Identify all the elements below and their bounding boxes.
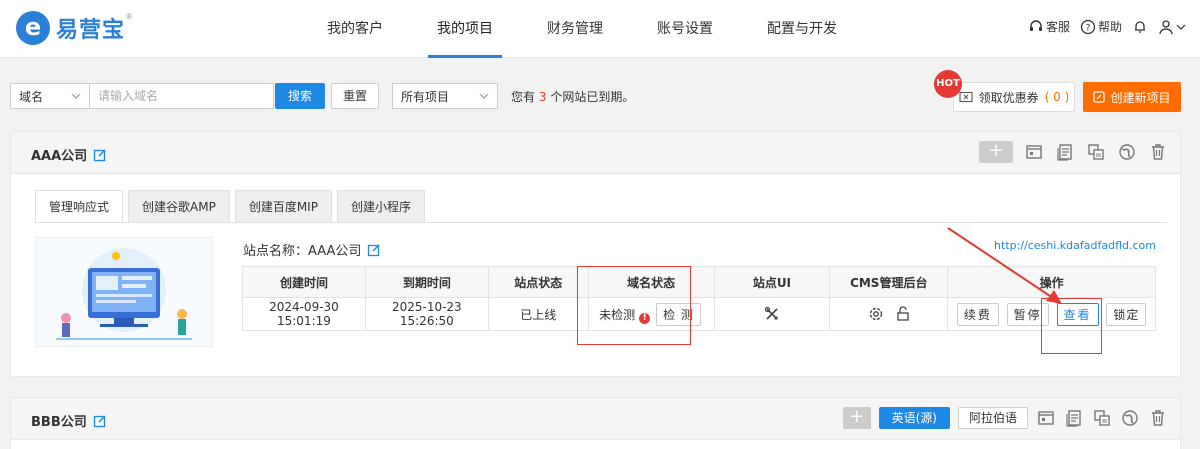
domain-type-value: 域名 xyxy=(19,89,44,104)
company-panel-header: AAA公司 + xyxy=(11,132,1180,174)
folder-icon[interactable] xyxy=(1024,142,1044,162)
site-status: 已上线 xyxy=(487,297,589,331)
top-header: e 易营宝® 我的客户 我的项目 财务管理 账号设置 配置与开发 客服 ? 帮助 xyxy=(0,0,1200,58)
project-filter-select[interactable]: 所有项目 xyxy=(392,83,499,109)
lock-button[interactable]: 锁定 xyxy=(1106,302,1147,326)
logo[interactable]: e 易营宝® xyxy=(16,11,134,45)
create-project-label: 创建新项目 xyxy=(1110,90,1171,105)
tab-mini-program[interactable]: 创建小程序 xyxy=(336,190,425,223)
highlight-view-button xyxy=(1041,298,1102,354)
col-actions: 操作 xyxy=(947,266,1156,298)
col-site-ui: 站点UI xyxy=(713,266,831,298)
col-site-status: 站点状态 xyxy=(487,266,589,298)
search-button[interactable]: 搜索 xyxy=(275,83,326,109)
gear-icon[interactable] xyxy=(868,306,884,322)
company-actions: + 英语(源) 阿拉伯语 xyxy=(842,407,1168,429)
edit-icon[interactable] xyxy=(93,148,107,162)
unlock-icon[interactable] xyxy=(896,306,910,322)
user-icon xyxy=(1159,19,1173,34)
domain-type-select[interactable]: 域名 xyxy=(10,83,90,109)
trash-icon[interactable] xyxy=(1148,142,1168,162)
search-toolbar: 域名 请输入域名 搜索 重置 所有项目 您有 3 个网站已到期。 xyxy=(10,83,634,109)
coupon-label: 领取优惠券 xyxy=(978,90,1039,105)
svg-text:?: ? xyxy=(1086,23,1091,33)
bell-icon[interactable] xyxy=(1132,19,1148,35)
create-project-button[interactable]: 创建新项目 xyxy=(1083,82,1181,112)
nav-account-settings[interactable]: 账号设置 xyxy=(630,0,740,58)
company-name: BBB公司 xyxy=(31,415,87,430)
company-name: AAA公司 xyxy=(31,149,88,164)
logo-icon: e xyxy=(16,11,50,45)
service-label: 客服 xyxy=(1045,20,1070,34)
tools-icon[interactable] xyxy=(764,306,780,322)
document-icon[interactable] xyxy=(1064,408,1084,428)
header-actions: 客服 ? 帮助 xyxy=(1028,18,1186,35)
renew-button[interactable]: 续费 xyxy=(956,302,999,326)
col-cms: CMS管理后台 xyxy=(829,266,949,298)
chevron-down-icon xyxy=(1176,24,1186,30)
globe-icon[interactable] xyxy=(1120,408,1140,428)
col-expires: 到期时间 xyxy=(364,266,489,298)
company-actions: + xyxy=(979,141,1168,163)
highlight-domain-status xyxy=(577,266,691,345)
domain-search-input[interactable]: 请输入域名 xyxy=(90,83,274,109)
user-menu[interactable] xyxy=(1158,19,1186,35)
site-type-tabs: 管理响应式 创建谷歌AMP 创建百度MIP 创建小程序 xyxy=(35,190,430,223)
nav-config-dev[interactable]: 配置与开发 xyxy=(740,0,864,58)
col-created: 创建时间 xyxy=(242,266,366,298)
site-info-table: 创建时间 到期时间 站点状态 域名状态 站点UI CMS管理后台 操作 2024… xyxy=(242,266,1156,331)
trash-icon[interactable] xyxy=(1148,408,1168,428)
table-row: 2024-09-30 15:01:19 2025-10-23 15:26:50 … xyxy=(242,297,1156,331)
service-link[interactable]: 客服 xyxy=(1028,18,1070,35)
site-ui-cell xyxy=(713,297,831,331)
add-site-button[interactable]: + xyxy=(842,407,871,429)
project-filter-value: 所有项目 xyxy=(401,89,450,104)
site-thumbnail[interactable] xyxy=(35,237,213,347)
lang-english-button[interactable]: 英语(源) xyxy=(878,407,950,429)
help-label: 帮助 xyxy=(1097,20,1122,34)
add-site-button[interactable]: + xyxy=(979,141,1013,163)
copy-icon[interactable] xyxy=(1092,408,1112,428)
hot-badge: HOT xyxy=(934,70,962,98)
document-icon[interactable] xyxy=(1055,142,1075,162)
nav-finance[interactable]: 财务管理 xyxy=(520,0,630,58)
tab-google-amp[interactable]: 创建谷歌AMP xyxy=(128,190,230,223)
coupon-count: ( 0 ) xyxy=(1044,90,1070,104)
headset-icon xyxy=(1029,19,1042,31)
nav-my-customers[interactable]: 我的客户 xyxy=(300,0,410,58)
table-header-row: 创建时间 到期时间 站点状态 域名状态 站点UI CMS管理后台 操作 xyxy=(242,266,1156,298)
expire-time: 2025-10-23 15:26:50 xyxy=(364,297,489,331)
cms-cell xyxy=(829,297,949,331)
edit-icon[interactable] xyxy=(93,414,107,428)
help-icon: ? xyxy=(1080,19,1096,34)
registered-mark: ® xyxy=(125,12,135,21)
company-panel-header: BBB公司 + 英语(源) 阿拉伯语 xyxy=(11,398,1180,440)
edit-square-icon xyxy=(1093,91,1106,103)
folder-icon[interactable] xyxy=(1036,408,1056,428)
globe-icon[interactable] xyxy=(1117,142,1137,162)
ticket-icon xyxy=(959,91,973,103)
help-link[interactable]: ? 帮助 xyxy=(1080,18,1122,35)
get-coupon-button[interactable]: 领取优惠券 ( 0 ) xyxy=(953,82,1075,112)
edit-icon[interactable] xyxy=(367,243,381,257)
main-nav: 我的客户 我的项目 财务管理 账号设置 配置与开发 xyxy=(300,0,864,58)
tab-responsive[interactable]: 管理响应式 xyxy=(35,190,124,223)
site-name-label: 站点名称：AAA公司 xyxy=(243,244,362,259)
site-url-link[interactable]: http://ceshi.kdafadfadfld.com xyxy=(994,239,1156,252)
copy-icon[interactable] xyxy=(1086,142,1106,162)
created-time: 2024-09-30 15:01:19 xyxy=(242,297,366,331)
company-panel-bbb: BBB公司 + 英语(源) 阿拉伯语 xyxy=(10,397,1181,449)
nav-my-projects[interactable]: 我的项目 xyxy=(410,0,520,58)
lang-arabic-button[interactable]: 阿拉伯语 xyxy=(957,407,1028,429)
expired-count: 3 xyxy=(538,89,547,104)
logo-text: 易营宝 xyxy=(56,18,126,43)
tab-baidu-mip[interactable]: 创建百度MIP xyxy=(234,190,332,223)
reset-button[interactable]: 重置 xyxy=(331,83,380,109)
tab-divider xyxy=(35,222,1167,223)
expiry-notice: 您有 3 个网站已到期。 xyxy=(511,89,635,104)
chevron-down-icon xyxy=(71,93,81,99)
chevron-down-icon xyxy=(479,93,489,99)
